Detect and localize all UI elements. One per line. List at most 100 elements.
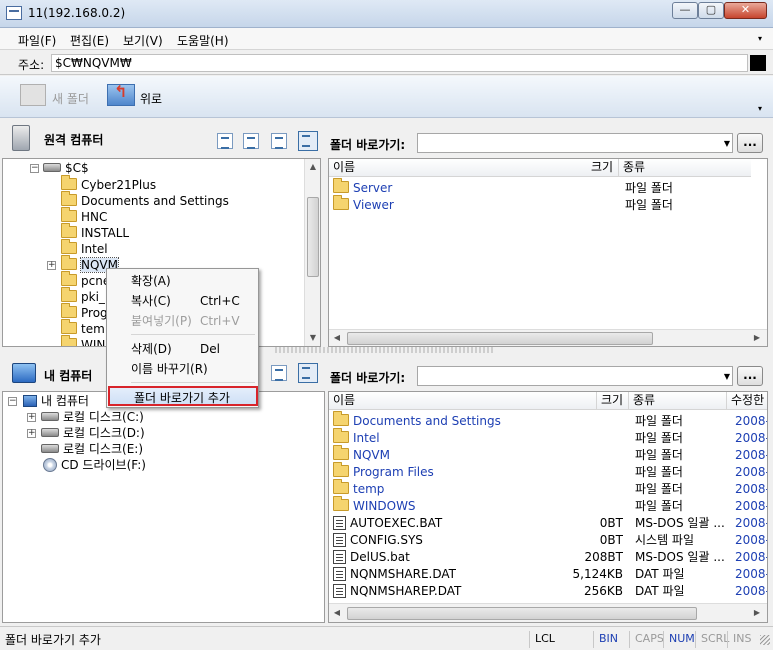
toolbar-chevron-icon[interactable]: ▾ <box>758 104 762 113</box>
scroll-thumb[interactable] <box>307 197 319 277</box>
expander-plus-icon[interactable]: + <box>27 413 36 422</box>
file-row[interactable]: NQNMSHAREP.DAT 256KB DAT 파일 2008- <box>329 583 767 600</box>
my-computer-icon <box>12 363 36 383</box>
file-row[interactable]: CONFIG.SYS 0BT 시스템 파일 2008- <box>329 532 767 549</box>
col-name[interactable]: 이름 <box>329 159 619 177</box>
col-type[interactable]: 종류 <box>619 159 759 177</box>
tree-item[interactable]: Documents and Settings <box>61 191 229 209</box>
scroll-right-icon[interactable]: ▶ <box>749 330 765 346</box>
local-file-list[interactable]: 이름 크기 종류 수정한 Documents and Settings 파일 폴더… <box>328 391 768 623</box>
remote-shortcut-combo[interactable]: ▼ <box>417 133 733 153</box>
file-type: MS-DOS 일괄 ... <box>635 516 725 530</box>
local-shortcut-browse-button[interactable]: ... <box>737 366 763 386</box>
file-row[interactable]: temp 파일 폴더 2008- <box>329 479 767 498</box>
local-list-hscrollbar[interactable]: ◀ ▶ <box>329 603 767 622</box>
menu-file[interactable]: 파일(F) <box>18 32 56 49</box>
expander-plus-icon[interactable]: + <box>47 261 56 270</box>
expander-plus-icon[interactable]: + <box>27 429 36 438</box>
status-num: NUM <box>663 631 695 648</box>
resize-grip-icon[interactable] <box>760 635 770 645</box>
menubar-chevron-icon[interactable]: ▾ <box>758 34 762 43</box>
file-modified: 2008- <box>735 567 768 581</box>
col-name[interactable]: 이름 <box>329 392 597 410</box>
scroll-thumb[interactable] <box>347 607 697 620</box>
menu-edit[interactable]: 편집(E) <box>70 32 109 49</box>
local-panel-title: 내 컴퓨터 <box>44 369 93 383</box>
tree-item-drive-c[interactable]: 로컬 디스크(C:) <box>41 409 144 425</box>
app-icon <box>6 6 22 20</box>
tree-item-cd-drive[interactable]: CD 드라이브(F:) <box>43 457 146 473</box>
col-modified[interactable]: 수정한 <box>727 392 767 410</box>
dropdown-arrow-icon[interactable]: ▼ <box>724 139 730 148</box>
menu-item-expand[interactable]: 확장(A) <box>107 271 258 291</box>
file-row[interactable]: Intel 파일 폴더 2008- <box>329 428 767 447</box>
col-size[interactable]: 크기 <box>587 159 619 177</box>
view-list-icon[interactable] <box>271 365 287 381</box>
file-row[interactable]: WINDOWS 파일 폴더 2008- <box>329 496 767 515</box>
file-row[interactable]: Program Files 파일 폴더 2008- <box>329 462 767 481</box>
up-button[interactable]: 위로 <box>140 90 162 107</box>
scroll-left-icon[interactable]: ◀ <box>329 605 345 621</box>
file-row[interactable]: NQNMSHARE.DAT 5,124KB DAT 파일 2008- <box>329 566 767 583</box>
up-folder-icon[interactable] <box>107 82 135 106</box>
scroll-left-icon[interactable]: ◀ <box>329 330 345 346</box>
menu-help[interactable]: 도움말(H) <box>177 32 229 49</box>
file-row[interactable]: DelUS.bat 208BT MS-DOS 일괄 ... 2008- <box>329 549 767 566</box>
scroll-thumb[interactable] <box>347 332 653 345</box>
view-details-icon[interactable] <box>298 131 318 151</box>
file-type: 파일 폴더 <box>635 465 683 479</box>
file-row[interactable]: NQVM 파일 폴더 2008- <box>329 445 767 464</box>
remote-tree-vscrollbar[interactable]: ▲ ▼ <box>304 159 320 346</box>
col-size[interactable]: 크기 <box>597 392 629 410</box>
maximize-button[interactable]: ▢ <box>698 2 724 19</box>
address-go-button[interactable] <box>750 55 766 71</box>
file-icon <box>333 516 346 530</box>
remote-file-list[interactable]: 이름 크기 종류 Server 파일 폴더 Viewer 파일 폴더 ◀ ▶ <box>328 158 768 347</box>
file-row[interactable]: Documents and Settings 파일 폴더 2008- <box>329 411 767 430</box>
view-details-icon[interactable] <box>298 363 318 383</box>
panel-splitter[interactable] <box>275 347 495 353</box>
view-small-icons-icon[interactable] <box>243 133 259 149</box>
menu-item-add-shortcut[interactable]: 폴더 바로가기 추가 <box>108 386 258 406</box>
drive-icon <box>43 163 61 172</box>
address-label: 주소: <box>18 58 45 72</box>
expander-minus-icon[interactable]: − <box>8 397 17 406</box>
tree-item[interactable]: INSTALL <box>61 223 129 241</box>
scroll-up-icon[interactable]: ▲ <box>305 159 320 175</box>
tree-item-label: 로컬 디스크(C:) <box>63 410 144 424</box>
file-row[interactable]: AUTOEXEC.BAT 0BT MS-DOS 일괄 ... 2008- <box>329 515 767 532</box>
tree-item[interactable]: WIN <box>61 335 105 346</box>
close-button[interactable]: ✕ <box>724 2 767 19</box>
menu-item-copy[interactable]: 복사(C) Ctrl+C <box>107 291 258 311</box>
tree-item-drive-d[interactable]: 로컬 디스크(D:) <box>41 425 145 441</box>
file-row[interactable]: Server 파일 폴더 <box>329 178 767 197</box>
scroll-down-icon[interactable]: ▼ <box>305 330 320 346</box>
minimize-button[interactable]: — <box>672 2 698 19</box>
tree-item-drive-e[interactable]: 로컬 디스크(E:) <box>41 441 143 457</box>
scroll-right-icon[interactable]: ▶ <box>749 605 765 621</box>
local-shortcut-combo[interactable]: ▼ <box>417 366 733 386</box>
remote-shortcut-browse-button[interactable]: ... <box>737 133 763 153</box>
remote-list-vscroll[interactable] <box>751 159 767 329</box>
tree-item-label: Intel <box>81 242 108 256</box>
expander-minus-icon[interactable]: − <box>30 164 39 173</box>
folder-icon <box>333 445 349 460</box>
address-input[interactable]: $C₩NQVM₩ <box>51 54 748 72</box>
local-folder-tree[interactable]: − 내 컴퓨터 + 로컬 디스크(C:) + 로컬 디스크(D:) 로컬 디스크… <box>2 391 325 623</box>
col-type[interactable]: 종류 <box>629 392 727 410</box>
tree-item-root[interactable]: 내 컴퓨터 <box>23 393 89 409</box>
tree-item-root[interactable]: $C$ <box>43 160 89 176</box>
file-type: 시스템 파일 <box>635 533 695 547</box>
menu-view[interactable]: 보기(V) <box>123 32 163 49</box>
new-folder-button[interactable]: 새 폴더 <box>52 90 89 107</box>
file-name: NQVM <box>353 448 390 462</box>
view-large-icons-icon[interactable] <box>217 133 233 149</box>
menu-item-rename[interactable]: 이름 바꾸기(R) <box>107 359 258 379</box>
file-type: DAT 파일 <box>635 567 685 581</box>
tree-item[interactable]: Cyber21Plus <box>61 175 156 193</box>
view-list-icon[interactable] <box>271 133 287 149</box>
menu-item-delete[interactable]: 삭제(D) Del <box>107 339 258 359</box>
dropdown-arrow-icon[interactable]: ▼ <box>724 372 730 381</box>
file-row[interactable]: Viewer 파일 폴더 <box>329 195 767 214</box>
remote-list-hscrollbar[interactable]: ◀ ▶ <box>329 329 767 346</box>
